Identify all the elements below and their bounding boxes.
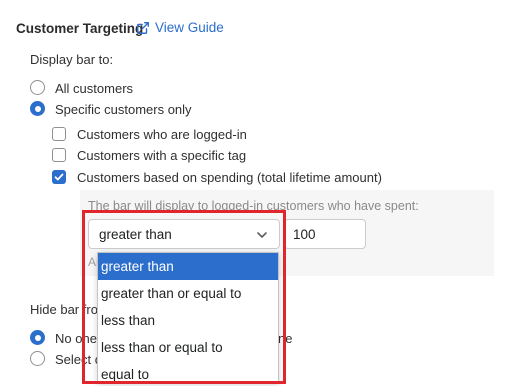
checkbox-logged-in[interactable] bbox=[52, 127, 66, 141]
display-bar-label: Display bar to: bbox=[30, 52, 114, 67]
radio-hide-select[interactable] bbox=[30, 351, 45, 366]
external-link-icon bbox=[137, 21, 149, 34]
checkbox-specific-tag-label: Customers with a specific tag bbox=[77, 148, 247, 163]
radio-specific-customers[interactable] bbox=[30, 101, 45, 116]
amount-value: 100 bbox=[293, 226, 316, 242]
radio-hide-no-one[interactable] bbox=[30, 330, 45, 345]
radio-all-customers[interactable] bbox=[30, 80, 45, 95]
checkbox-logged-in-label: Customers who are logged-in bbox=[77, 127, 247, 142]
section-title: Customer Targeting bbox=[16, 21, 144, 36]
view-guide-link[interactable]: View Guide bbox=[136, 20, 224, 35]
highlight-box bbox=[82, 210, 286, 384]
radio-specific-customers-label: Specific customers only bbox=[55, 102, 192, 117]
amount-input[interactable]: 100 bbox=[284, 219, 366, 249]
checkbox-spending[interactable] bbox=[52, 170, 66, 184]
checkbox-specific-tag[interactable] bbox=[52, 148, 66, 162]
radio-all-customers-label: All customers bbox=[55, 81, 134, 96]
checkbox-spending-label: Customers based on spending (total lifet… bbox=[77, 170, 382, 185]
checkmark-icon bbox=[54, 173, 64, 181]
view-guide-label: View Guide bbox=[155, 20, 224, 35]
